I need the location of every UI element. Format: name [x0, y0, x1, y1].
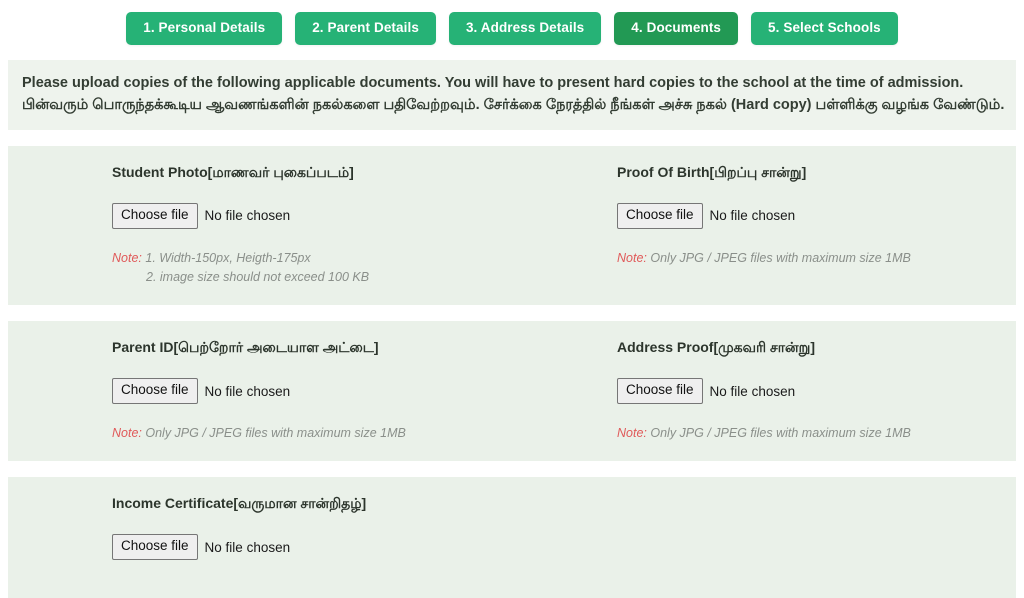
file-input-parent-id[interactable]: Choose file No file chosen [112, 378, 512, 405]
document-label-english: Income Certificate [112, 495, 234, 512]
document-label-english: Proof Of Birth [617, 163, 710, 180]
tab-personal-details[interactable]: 1. Personal Details [126, 12, 283, 45]
document-label-english: Student Photo [112, 163, 208, 180]
file-status-text: No file chosen [204, 383, 291, 399]
note-line-1: Only JPG / JPEG files with maximum size … [141, 426, 406, 441]
note-line-1: 1. Width-150px, Heigth-175px [141, 250, 311, 265]
document-label-tamil: [பெற்றோர் அடையாள அட்டை] [173, 339, 379, 356]
choose-file-button[interactable]: Choose file [112, 202, 198, 229]
note-keyword: Note: [617, 426, 647, 441]
document-field-parent-id: Parent ID[பெற்றோர் அடையாள அட்டை] Choose … [8, 339, 512, 443]
choose-file-button[interactable]: Choose file [617, 202, 703, 229]
note-line-1: Only JPG / JPEG files with maximum size … [646, 250, 911, 265]
document-label: Proof Of Birth[பிறப்பு சான்று] [617, 164, 1016, 181]
tab-parent-details[interactable]: 2. Parent Details [295, 12, 436, 45]
document-label-tamil: [முகவரி சான்று] [713, 339, 816, 356]
document-label-tamil: [பிறப்பு சான்று] [709, 163, 807, 180]
document-note: Note: Only JPG / JPEG files with maximum… [617, 249, 1016, 268]
document-field-proof-of-birth: Proof Of Birth[பிறப்பு சான்று] Choose fi… [512, 164, 1016, 287]
tab-address-details[interactable]: 3. Address Details [448, 12, 602, 45]
file-status-text: No file chosen [204, 208, 291, 224]
file-input-student-photo[interactable]: Choose file No file chosen [112, 202, 512, 229]
document-label-english: Parent ID [112, 339, 174, 356]
document-field-income-certificate: Income Certificate[வருமான சான்றிதழ்] Cho… [8, 495, 512, 580]
file-input-income-certificate[interactable]: Choose file No file chosen [112, 534, 512, 561]
document-card-row-3: Income Certificate[வருமான சான்றிதழ்] Cho… [8, 477, 1016, 598]
choose-file-button[interactable]: Choose file [112, 534, 198, 561]
document-field-address-proof: Address Proof[முகவரி சான்று] Choose file… [512, 339, 1016, 443]
choose-file-button[interactable]: Choose file [112, 378, 198, 405]
file-status-text: No file chosen [204, 539, 291, 555]
document-note: Note: 1. Width-150px, Heigth-175px 2. im… [112, 249, 512, 288]
note-keyword: Note: [112, 250, 142, 265]
document-label-english: Address Proof [617, 339, 714, 356]
document-label-tamil: [மாணவர் புகைப்படம்] [207, 163, 354, 180]
document-label: Address Proof[முகவரி சான்று] [617, 339, 1016, 356]
document-field-empty-placeholder [512, 495, 1016, 580]
document-note: Note: Only JPG / JPEG files with maximum… [617, 424, 1016, 443]
file-status-text: No file chosen [709, 208, 796, 224]
document-card-row-1: Student Photo[மாணவர் புகைப்படம்] Choose … [8, 145, 1016, 306]
instruction-text-tamil: பின்வரும் பொருந்தக்கூடிய ஆவணங்களின் நகல்… [22, 97, 1005, 114]
instruction-banner: Please upload copies of the following ap… [8, 60, 1016, 130]
note-line-1: Only JPG / JPEG files with maximum size … [646, 426, 911, 441]
note-keyword: Note: [617, 250, 647, 265]
note-line-2: 2. image size should not exceed 100 KB [146, 269, 370, 284]
file-input-address-proof[interactable]: Choose file No file chosen [617, 378, 1016, 405]
document-card-row-2: Parent ID[பெற்றோர் அடையாள அட்டை] Choose … [8, 321, 1016, 462]
document-label: Student Photo[மாணவர் புகைப்படம்] [112, 164, 512, 181]
tab-documents[interactable]: 4. Documents [614, 12, 739, 45]
document-field-student-photo: Student Photo[மாணவர் புகைப்படம்] Choose … [8, 164, 512, 287]
document-note: Note: Only JPG / JPEG files with maximum… [112, 424, 512, 443]
choose-file-button[interactable]: Choose file [617, 378, 703, 405]
instruction-text-english: Please upload copies of the following ap… [22, 75, 964, 91]
tab-select-schools[interactable]: 5. Select Schools [751, 12, 898, 45]
document-label-tamil: [வருமான சான்றிதழ்] [233, 495, 367, 512]
note-keyword: Note: [112, 426, 142, 441]
step-tabs: 1. Personal Details 2. Parent Details 3.… [0, 0, 1024, 45]
file-input-proof-of-birth[interactable]: Choose file No file chosen [617, 202, 1016, 229]
document-label: Income Certificate[வருமான சான்றிதழ்] [112, 495, 512, 512]
file-status-text: No file chosen [709, 383, 796, 399]
document-label: Parent ID[பெற்றோர் அடையாள அட்டை] [112, 339, 512, 356]
